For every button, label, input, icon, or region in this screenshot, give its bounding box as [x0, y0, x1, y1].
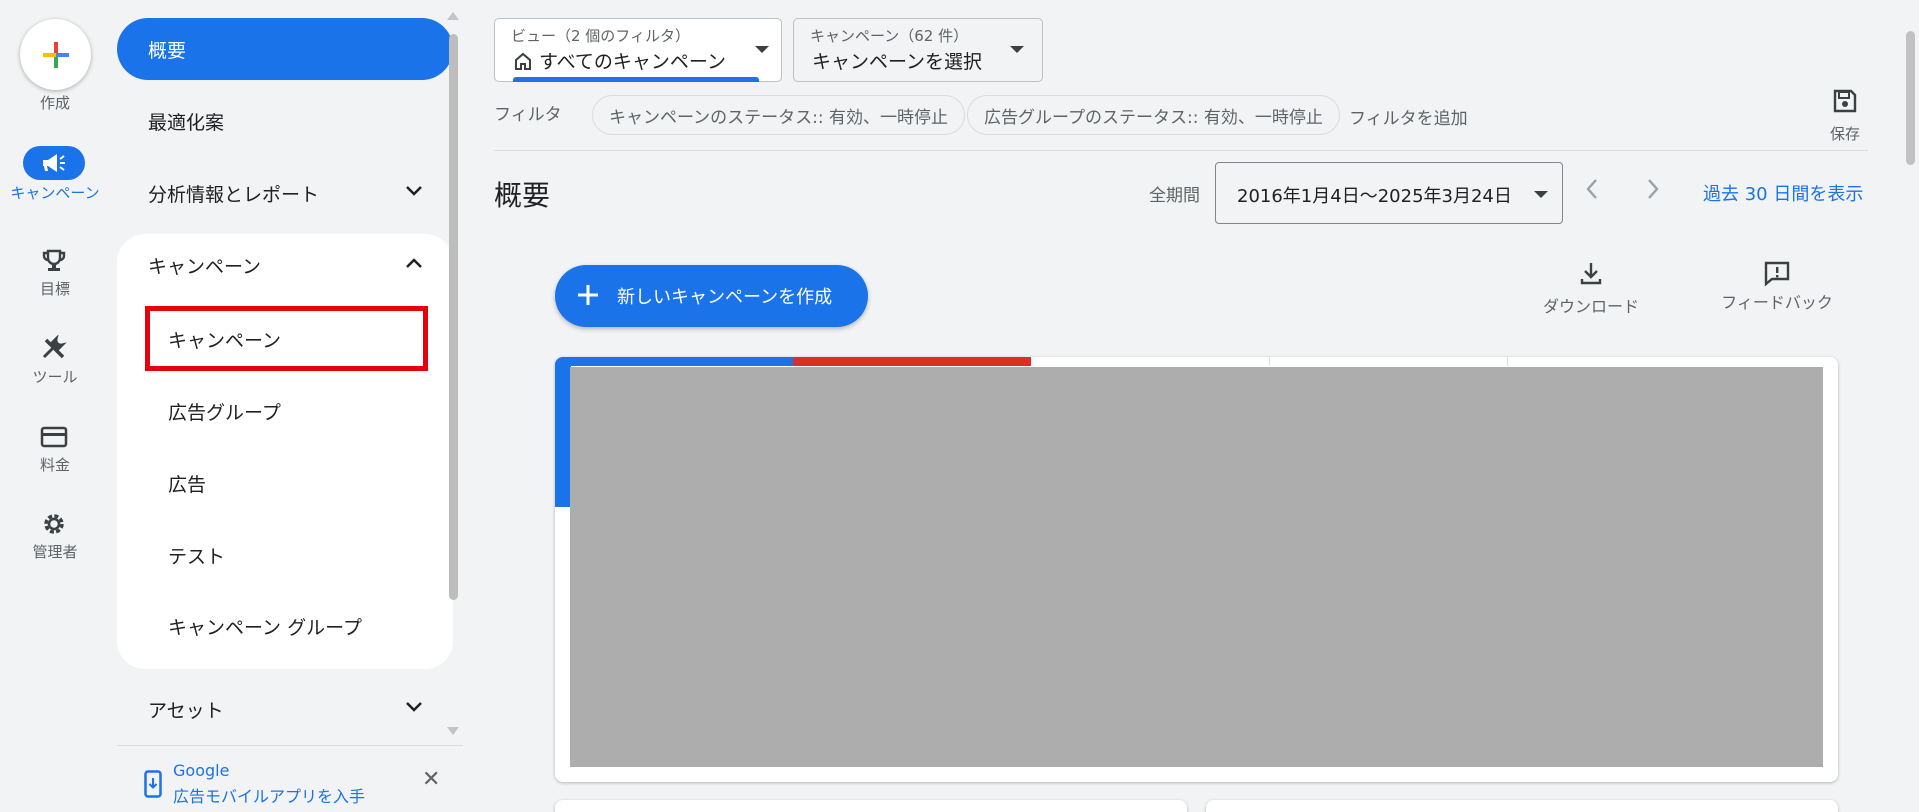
sidebar-item-label: アセット [148, 699, 224, 722]
card-tab-blue [555, 357, 793, 366]
overview-card [555, 357, 1838, 782]
sidebar-subitem-label: キャンペーン グループ [168, 616, 362, 639]
campaign-dropdown-value: キャンペーンを選択 [812, 51, 983, 73]
caret-down-icon [1010, 46, 1024, 53]
campaigns-group-label: キャンペーン [148, 255, 262, 278]
trophy-icon [23, 244, 85, 278]
sidebar-subitem-label: 広告グループ [168, 401, 281, 424]
sidebar-subitem-label: テスト [168, 545, 226, 568]
sidebar-item-overview[interactable]: 概要 [117, 18, 453, 80]
main-content: ビュー（2 個のフィルタ） すべてのキャンペーン キャンペーン（62 件） キャ… [463, 0, 1919, 812]
sidebar-subitem-ad-groups[interactable]: 広告グループ [117, 382, 453, 440]
promo-link-text[interactable]: 広告モバイルアプリを入手 [173, 783, 365, 807]
plus-icon [578, 285, 598, 305]
sidebar-item-assets[interactable]: アセット [117, 678, 453, 740]
sidebar: 概要 最適化案 分析情報とレポート キャンペーン キャンペーン 広告グループ 広… [110, 0, 463, 812]
sidebar-subitem-campaign-groups[interactable]: キャンペーン グループ [117, 597, 453, 655]
main-scrollbar[interactable] [1906, 31, 1915, 165]
sidebar-item-label: 分析情報とレポート [148, 183, 320, 206]
credit-card-icon [23, 420, 85, 454]
rail-label-campaigns: キャンペーン [10, 184, 100, 202]
view-dropdown-value: すべてのキャンペーン [539, 51, 726, 73]
rail-label-admin: 管理者 [32, 543, 78, 561]
chevron-down-icon [406, 702, 422, 712]
rail-label-goals: 目標 [39, 280, 70, 298]
new-campaign-button[interactable]: 新しいキャンペーンを作成 [555, 265, 868, 327]
add-filter-button[interactable]: フィルタを追加 [1349, 104, 1468, 129]
sidebar-divider [117, 745, 463, 746]
home-icon [515, 52, 531, 70]
period-label: 全期間 [1149, 186, 1200, 206]
chevron-up-icon [406, 258, 422, 268]
sidebar-scroll-up[interactable] [447, 12, 459, 20]
tools-icon [23, 332, 85, 366]
new-campaign-label: 新しいキャンペーンを作成 [617, 287, 833, 308]
view-dropdown-indicator [513, 77, 759, 82]
plus-icon [43, 42, 69, 68]
download-icon[interactable] [1578, 260, 1604, 286]
caret-down-icon [1534, 191, 1548, 198]
gear-icon [23, 507, 85, 541]
campaign-dropdown[interactable]: キャンペーン（62 件） キャンペーンを選択 [793, 18, 1043, 82]
nav-rail: 作成 キャンペーン 目標 ツール 料金 管理者 [0, 0, 110, 812]
campaigns-group-header[interactable]: キャンペーン [117, 234, 453, 296]
chevron-right-icon[interactable] [1646, 178, 1660, 200]
card-tab-separator [1269, 357, 1270, 366]
campaign-dropdown-label: キャンペーン（62 件） [810, 27, 969, 45]
filter-label: フィルタ [494, 105, 562, 125]
show-last-30-days-link[interactable]: 過去 30 日間を表示 [1703, 180, 1863, 206]
card-tab-separator [1507, 357, 1508, 366]
highlight-box [145, 306, 428, 371]
sidebar-scrollbar[interactable] [449, 34, 458, 600]
sidebar-subitem-label: 広告 [168, 473, 207, 496]
create-button[interactable] [20, 19, 91, 90]
mobile-app-icon [144, 770, 162, 798]
campaigns-group: キャンペーン キャンペーン 広告グループ 広告 テスト キャンペーン グループ [117, 234, 453, 669]
sidebar-item-recommendations[interactable]: 最適化案 [117, 90, 453, 152]
promo-link[interactable]: Google [173, 761, 229, 780]
close-icon[interactable]: ✕ [422, 767, 440, 792]
download-label[interactable]: ダウンロード [1531, 293, 1651, 317]
card-tab-red [793, 357, 1031, 366]
create-label: 作成 [39, 94, 70, 112]
view-dropdown-label: ビュー（2 個のフィルタ） [511, 27, 691, 45]
date-range-picker[interactable]: 2016年1月4日～2025年3月24日 [1215, 162, 1563, 224]
filter-chip-campaign-status[interactable]: キャンペーンのステータス:: 有効、一時停止 [592, 95, 966, 135]
megaphone-icon [23, 146, 85, 180]
rail-label-tools: ツール [32, 368, 78, 386]
bottom-card-left [555, 800, 1187, 812]
filter-chip-adgroup-status[interactable]: 広告グループのステータス:: 有効、一時停止 [967, 95, 1340, 135]
caret-down-icon [755, 46, 769, 53]
redacted-chart-area [570, 367, 1823, 767]
save-icon[interactable] [1832, 88, 1858, 114]
chevron-down-icon [406, 186, 422, 196]
app-root: 作成 キャンペーン 目標 ツール 料金 管理者 概要 最適化案 分析情報とレポー… [0, 0, 1919, 812]
header-divider [494, 150, 1868, 151]
view-dropdown[interactable]: ビュー（2 個のフィルタ） すべてのキャンペーン [494, 18, 782, 82]
rail-label-billing: 料金 [39, 456, 70, 474]
sidebar-item-label: 最適化案 [148, 111, 225, 134]
feedback-label[interactable]: フィードバック [1717, 293, 1837, 312]
sidebar-item-insights[interactable]: 分析情報とレポート [117, 162, 453, 224]
sidebar-item-label: 概要 [148, 39, 187, 62]
card-accent [555, 357, 571, 507]
sidebar-subitem-experiments[interactable]: テスト [117, 526, 453, 584]
save-label[interactable]: 保存 [1830, 123, 1860, 144]
sidebar-scroll-down[interactable] [447, 727, 459, 735]
page-title: 概要 [494, 179, 551, 212]
sidebar-subitem-ads[interactable]: 広告 [117, 454, 453, 512]
chevron-left-icon[interactable] [1585, 178, 1599, 200]
bottom-card-right [1206, 800, 1838, 812]
date-range-value: 2016年1月4日～2025年3月24日 [1237, 186, 1512, 207]
feedback-icon[interactable] [1763, 260, 1791, 288]
